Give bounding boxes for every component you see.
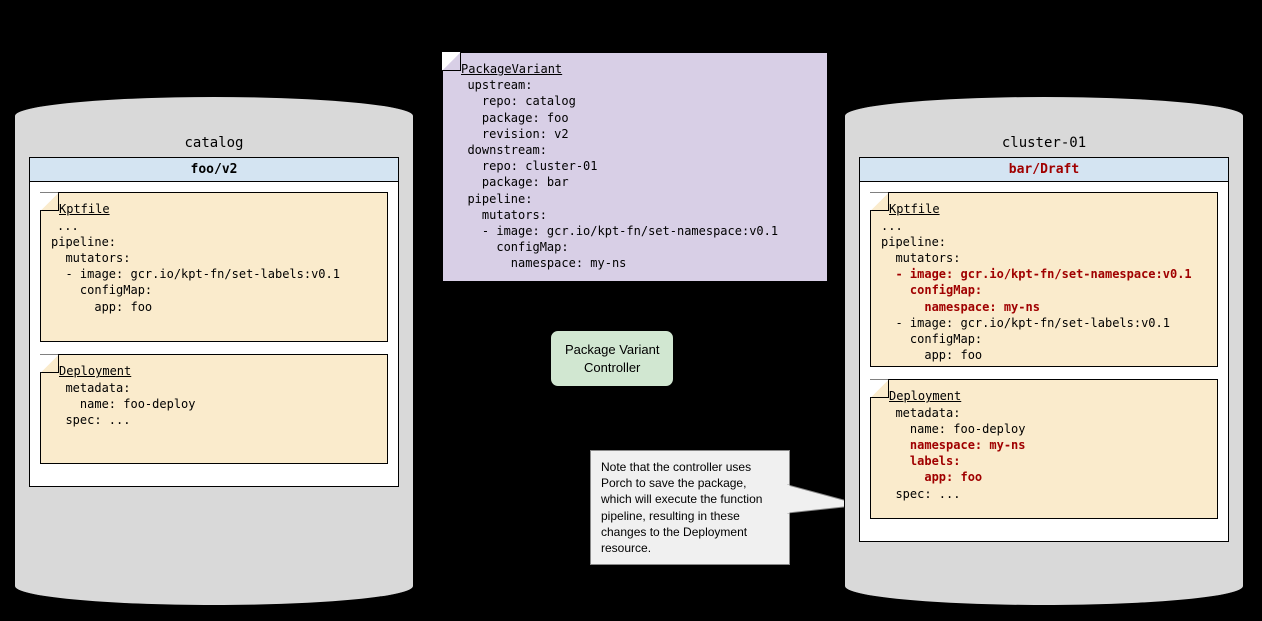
cluster-kptfile-post: - image: gcr.io/kpt-fn/set-labels:v0.1 c… (881, 316, 1170, 362)
cluster-kptfile-pre: ... pipeline: mutators: (881, 219, 960, 265)
catalog-deploy-body: metadata: name: foo-deploy spec: ... (51, 381, 196, 427)
catalog-kptfile-body: ... pipeline: mutators: - image: gcr.io/… (51, 219, 340, 314)
cluster-kptfile-red: - image: gcr.io/kpt-fn/set-namespace:v0.… (881, 267, 1192, 313)
catalog-title: catalog (29, 134, 399, 153)
catalog-package: foo/v2 Kptfile ... pipeline: mutators: -… (29, 157, 399, 488)
catalog-deploy-card: Deployment metadata: name: foo-deploy sp… (40, 354, 388, 464)
catalog-kptfile-card: Kptfile ... pipeline: mutators: - image:… (40, 192, 388, 342)
packagevariant-card: PackageVariant upstream: repo: catalog p… (442, 52, 828, 282)
catalog-pkg-header: foo/v2 (30, 158, 398, 183)
cluster-deploy-l2: name: foo-deploy (881, 422, 1026, 436)
catalog-db: catalog foo/v2 Kptfile ... pipeline: mut… (14, 96, 414, 606)
note-callout: Note that the controller uses Porch to s… (590, 450, 790, 565)
cluster-deploy-l1: metadata: (881, 406, 960, 420)
catalog-kptfile-title: Kptfile (59, 202, 110, 216)
catalog-deploy-title: Deployment (59, 364, 131, 378)
cluster-package: bar/Draft Kptfile ... pipeline: mutators… (859, 157, 1229, 543)
cluster-body: cluster-01 bar/Draft Kptfile ... pipelin… (844, 116, 1244, 586)
cluster-pkg-body: Kptfile ... pipeline: mutators: - image:… (860, 182, 1228, 541)
cluster-kptfile-card: Kptfile ... pipeline: mutators: - image:… (870, 192, 1218, 367)
catalog-pkg-body: Kptfile ... pipeline: mutators: - image:… (30, 182, 398, 486)
note-text: Note that the controller uses Porch to s… (601, 460, 762, 555)
cluster-deploy-red: namespace: my-ns labels: app: foo (881, 438, 1026, 484)
controller-label: Package Variant Controller (565, 342, 659, 375)
cluster-db: cluster-01 bar/Draft Kptfile ... pipelin… (844, 96, 1244, 606)
catalog-body: catalog foo/v2 Kptfile ... pipeline: mut… (14, 116, 414, 586)
cluster-pkg-header: bar/Draft (860, 158, 1228, 183)
cluster-title: cluster-01 (859, 134, 1229, 153)
cluster-kptfile-title: Kptfile (889, 202, 940, 216)
package-variant-controller: Package Variant Controller (550, 330, 674, 387)
packagevariant-title: PackageVariant (461, 62, 562, 76)
cluster-deploy-card: Deployment metadata: name: foo-deploy na… (870, 379, 1218, 519)
cluster-deploy-title: Deployment (889, 389, 961, 403)
packagevariant-body: upstream: repo: catalog package: foo rev… (453, 78, 778, 270)
cluster-deploy-l3: spec: ... (881, 487, 960, 501)
